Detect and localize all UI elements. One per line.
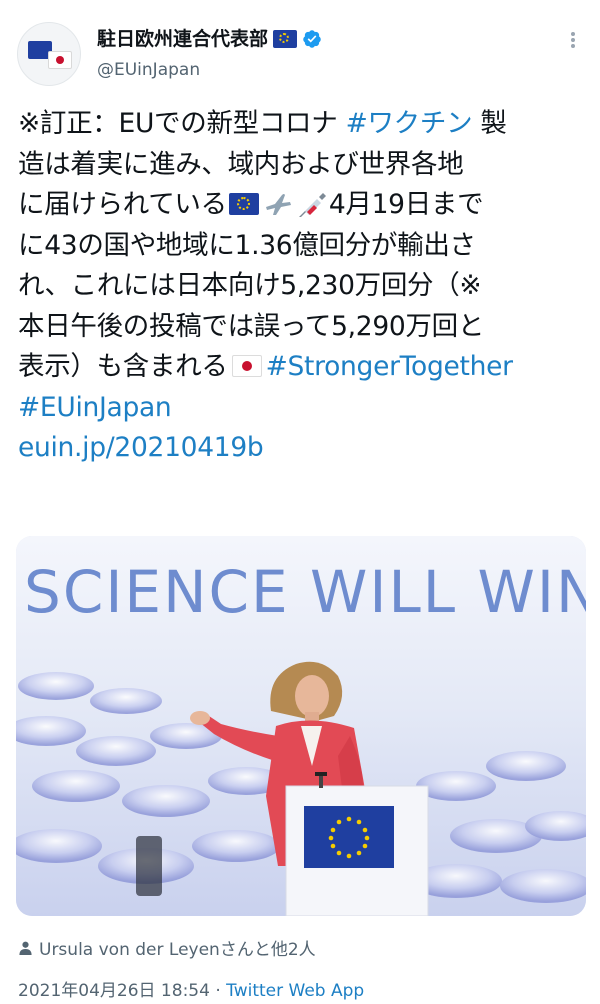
url-link[interactable]: euin.jp/20210419b (18, 432, 264, 463)
tweet-text-segment: に43の国や地域に1.36億回分が輸出さ (18, 229, 476, 261)
hashtag-link[interactable]: #EUinJapan (18, 392, 172, 423)
tagged-people[interactable]: Ursula von der Leyenさんと他2人 (18, 935, 316, 960)
tweet-text-line: 造は着実に進み、域内および世界各地 (18, 145, 588, 186)
tweet-text-line: れ、これには日本向け5,230万回分（※ (18, 266, 588, 307)
tweet-header: 駐日欧州連合代表部 @EUinJapan (0, 0, 600, 100)
tweet-text-line: に届けられている 4月19日まで (18, 185, 588, 226)
tweet-text-segment: 表示）も含まれる (18, 351, 228, 382)
account-handle[interactable]: @EUinJapan (97, 60, 200, 80)
source-app-link[interactable]: Twitter Web App (226, 981, 364, 1001)
person-icon (19, 941, 32, 955)
photo-banner-text: SCIENCE WILL WIN (24, 558, 586, 626)
tweet-text-segment: ※訂正：EUでの新型コロナ (18, 108, 346, 139)
airplane-icon (265, 194, 291, 215)
verified-badge-icon (303, 30, 321, 48)
tweet-text-line: #EUinJapan (18, 388, 588, 429)
tweet-text-segment: れ、これには日本向け5,230万回分（※ (18, 270, 482, 301)
japan-flag-icon (48, 51, 72, 69)
hashtag-link[interactable]: #ワクチン (346, 108, 473, 139)
avatar[interactable] (17, 22, 81, 86)
tweet-text-segment: に届けられている (18, 189, 227, 220)
tweet-text-segment: 製 (472, 108, 507, 139)
display-name[interactable]: 駐日欧州連合代表部 (97, 27, 268, 51)
tweet-photo[interactable]: SCIENCE WILL WIN (16, 536, 586, 916)
meta-separator: · (209, 981, 227, 1001)
tweet-text-line: ※訂正：EUでの新型コロナ #ワクチン 製 (18, 104, 588, 145)
tweet-text-line: 本日午後の投稿では誤って5,290万回と (18, 307, 588, 348)
tweet-meta: 2021年04月26日 18:54 · Twitter Web App (18, 976, 364, 1001)
tagged-people-text[interactable]: Ursula von der Leyenさんと他2人 (39, 935, 316, 960)
tweet-body: ※訂正：EUでの新型コロナ #ワクチン 製造は着実に進み、域内および世界各地 に届… (18, 104, 588, 469)
tweet-text-segment: 本日午後の投稿では誤って5,290万回と (18, 310, 485, 342)
eu-flag-icon (273, 30, 298, 48)
tweet-text-segment: 4月19日まで (328, 189, 484, 220)
syringe-icon (298, 193, 326, 217)
eu-flag-icon (228, 193, 259, 215)
display-name-row[interactable]: 駐日欧州連合代表部 (97, 27, 322, 51)
hashtag-link[interactable]: #StrongerTogether (266, 351, 513, 382)
more-options-icon[interactable] (564, 30, 582, 50)
tweet-text-line: 表示）も含まれる #StrongerTogether (18, 347, 588, 388)
japan-flag-icon (231, 355, 262, 377)
tweet-text-segment: 造は着実に進み、域内および世界各地 (18, 148, 464, 180)
timestamp[interactable]: 2021年04月26日 18:54 (18, 981, 210, 1001)
tweet-text-line: euin.jp/20210419b (18, 428, 588, 469)
tweet-text-line: に43の国や地域に1.36億回分が輸出さ (18, 226, 588, 267)
